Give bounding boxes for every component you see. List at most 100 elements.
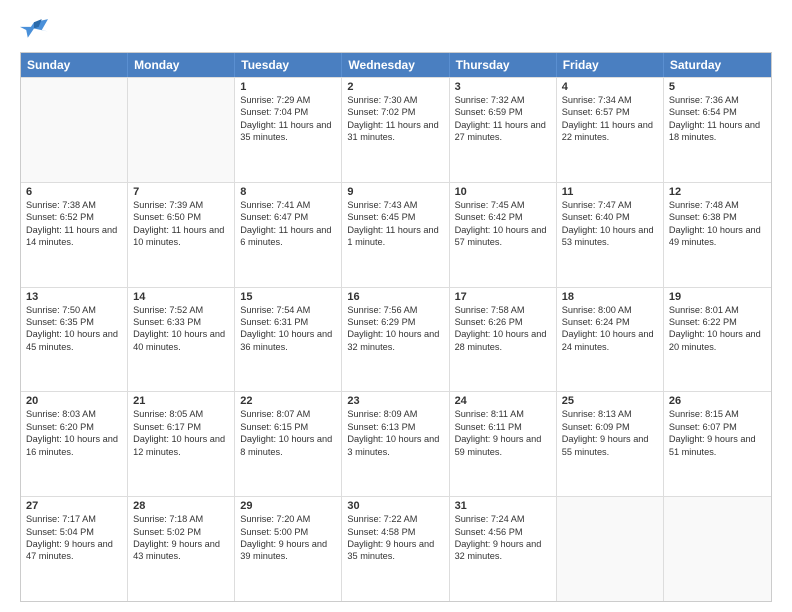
calendar-cell: 6Sunrise: 7:38 AM Sunset: 6:52 PM Daylig… — [21, 183, 128, 287]
day-info: Sunrise: 8:01 AM Sunset: 6:22 PM Dayligh… — [669, 304, 766, 354]
calendar-cell: 24Sunrise: 8:11 AM Sunset: 6:11 PM Dayli… — [450, 392, 557, 496]
day-number: 12 — [669, 186, 766, 198]
calendar-cell: 31Sunrise: 7:24 AM Sunset: 4:56 PM Dayli… — [450, 497, 557, 601]
day-number: 6 — [26, 186, 122, 198]
calendar-cell: 2Sunrise: 7:30 AM Sunset: 7:02 PM Daylig… — [342, 78, 449, 182]
calendar-cell: 16Sunrise: 7:56 AM Sunset: 6:29 PM Dayli… — [342, 288, 449, 392]
day-number: 9 — [347, 186, 443, 198]
logo — [20, 16, 52, 44]
day-number: 14 — [133, 291, 229, 303]
day-info: Sunrise: 7:17 AM Sunset: 5:04 PM Dayligh… — [26, 513, 122, 563]
day-number: 23 — [347, 395, 443, 407]
day-number: 11 — [562, 186, 658, 198]
calendar-cell: 14Sunrise: 7:52 AM Sunset: 6:33 PM Dayli… — [128, 288, 235, 392]
day-number: 15 — [240, 291, 336, 303]
calendar-cell: 23Sunrise: 8:09 AM Sunset: 6:13 PM Dayli… — [342, 392, 449, 496]
calendar-cell: 28Sunrise: 7:18 AM Sunset: 5:02 PM Dayli… — [128, 497, 235, 601]
day-info: Sunrise: 8:15 AM Sunset: 6:07 PM Dayligh… — [669, 408, 766, 458]
day-info: Sunrise: 8:07 AM Sunset: 6:15 PM Dayligh… — [240, 408, 336, 458]
calendar-cell — [664, 497, 771, 601]
header-day-monday: Monday — [128, 53, 235, 77]
day-number: 22 — [240, 395, 336, 407]
page: SundayMondayTuesdayWednesdayThursdayFrid… — [0, 0, 792, 612]
day-number: 21 — [133, 395, 229, 407]
calendar-cell: 9Sunrise: 7:43 AM Sunset: 6:45 PM Daylig… — [342, 183, 449, 287]
day-info: Sunrise: 7:52 AM Sunset: 6:33 PM Dayligh… — [133, 304, 229, 354]
calendar-cell: 18Sunrise: 8:00 AM Sunset: 6:24 PM Dayli… — [557, 288, 664, 392]
day-number: 31 — [455, 500, 551, 512]
calendar: SundayMondayTuesdayWednesdayThursdayFrid… — [20, 52, 772, 602]
day-number: 18 — [562, 291, 658, 303]
calendar-row-1: 1Sunrise: 7:29 AM Sunset: 7:04 PM Daylig… — [21, 77, 771, 182]
day-info: Sunrise: 7:18 AM Sunset: 5:02 PM Dayligh… — [133, 513, 229, 563]
day-number: 27 — [26, 500, 122, 512]
calendar-cell: 5Sunrise: 7:36 AM Sunset: 6:54 PM Daylig… — [664, 78, 771, 182]
day-number: 8 — [240, 186, 336, 198]
header-day-thursday: Thursday — [450, 53, 557, 77]
calendar-cell: 1Sunrise: 7:29 AM Sunset: 7:04 PM Daylig… — [235, 78, 342, 182]
calendar-cell: 21Sunrise: 8:05 AM Sunset: 6:17 PM Dayli… — [128, 392, 235, 496]
day-number: 2 — [347, 81, 443, 93]
header-day-wednesday: Wednesday — [342, 53, 449, 77]
calendar-cell: 8Sunrise: 7:41 AM Sunset: 6:47 PM Daylig… — [235, 183, 342, 287]
day-number: 13 — [26, 291, 122, 303]
day-info: Sunrise: 7:30 AM Sunset: 7:02 PM Dayligh… — [347, 94, 443, 144]
header-day-friday: Friday — [557, 53, 664, 77]
day-info: Sunrise: 7:24 AM Sunset: 4:56 PM Dayligh… — [455, 513, 551, 563]
day-info: Sunrise: 7:36 AM Sunset: 6:54 PM Dayligh… — [669, 94, 766, 144]
day-number: 7 — [133, 186, 229, 198]
day-info: Sunrise: 7:38 AM Sunset: 6:52 PM Dayligh… — [26, 199, 122, 249]
day-info: Sunrise: 7:43 AM Sunset: 6:45 PM Dayligh… — [347, 199, 443, 249]
header — [20, 16, 772, 44]
day-info: Sunrise: 7:20 AM Sunset: 5:00 PM Dayligh… — [240, 513, 336, 563]
day-number: 29 — [240, 500, 336, 512]
day-info: Sunrise: 7:47 AM Sunset: 6:40 PM Dayligh… — [562, 199, 658, 249]
calendar-cell: 29Sunrise: 7:20 AM Sunset: 5:00 PM Dayli… — [235, 497, 342, 601]
day-info: Sunrise: 7:54 AM Sunset: 6:31 PM Dayligh… — [240, 304, 336, 354]
day-number: 16 — [347, 291, 443, 303]
calendar-row-4: 20Sunrise: 8:03 AM Sunset: 6:20 PM Dayli… — [21, 391, 771, 496]
day-info: Sunrise: 8:09 AM Sunset: 6:13 PM Dayligh… — [347, 408, 443, 458]
day-info: Sunrise: 7:29 AM Sunset: 7:04 PM Dayligh… — [240, 94, 336, 144]
day-info: Sunrise: 7:41 AM Sunset: 6:47 PM Dayligh… — [240, 199, 336, 249]
calendar-body: 1Sunrise: 7:29 AM Sunset: 7:04 PM Daylig… — [21, 77, 771, 601]
header-day-sunday: Sunday — [21, 53, 128, 77]
calendar-cell: 19Sunrise: 8:01 AM Sunset: 6:22 PM Dayli… — [664, 288, 771, 392]
calendar-cell: 17Sunrise: 7:58 AM Sunset: 6:26 PM Dayli… — [450, 288, 557, 392]
day-number: 4 — [562, 81, 658, 93]
calendar-row-5: 27Sunrise: 7:17 AM Sunset: 5:04 PM Dayli… — [21, 496, 771, 601]
day-info: Sunrise: 8:03 AM Sunset: 6:20 PM Dayligh… — [26, 408, 122, 458]
calendar-cell: 4Sunrise: 7:34 AM Sunset: 6:57 PM Daylig… — [557, 78, 664, 182]
calendar-cell: 12Sunrise: 7:48 AM Sunset: 6:38 PM Dayli… — [664, 183, 771, 287]
day-info: Sunrise: 8:00 AM Sunset: 6:24 PM Dayligh… — [562, 304, 658, 354]
calendar-row-3: 13Sunrise: 7:50 AM Sunset: 6:35 PM Dayli… — [21, 287, 771, 392]
calendar-cell: 3Sunrise: 7:32 AM Sunset: 6:59 PM Daylig… — [450, 78, 557, 182]
day-number: 10 — [455, 186, 551, 198]
calendar-cell: 10Sunrise: 7:45 AM Sunset: 6:42 PM Dayli… — [450, 183, 557, 287]
calendar-cell: 30Sunrise: 7:22 AM Sunset: 4:58 PM Dayli… — [342, 497, 449, 601]
day-info: Sunrise: 7:32 AM Sunset: 6:59 PM Dayligh… — [455, 94, 551, 144]
day-number: 24 — [455, 395, 551, 407]
calendar-cell: 22Sunrise: 8:07 AM Sunset: 6:15 PM Dayli… — [235, 392, 342, 496]
calendar-header: SundayMondayTuesdayWednesdayThursdayFrid… — [21, 53, 771, 77]
day-number: 3 — [455, 81, 551, 93]
day-info: Sunrise: 7:22 AM Sunset: 4:58 PM Dayligh… — [347, 513, 443, 563]
day-number: 19 — [669, 291, 766, 303]
calendar-cell: 11Sunrise: 7:47 AM Sunset: 6:40 PM Dayli… — [557, 183, 664, 287]
day-info: Sunrise: 7:39 AM Sunset: 6:50 PM Dayligh… — [133, 199, 229, 249]
day-info: Sunrise: 8:13 AM Sunset: 6:09 PM Dayligh… — [562, 408, 658, 458]
calendar-cell: 20Sunrise: 8:03 AM Sunset: 6:20 PM Dayli… — [21, 392, 128, 496]
day-info: Sunrise: 7:56 AM Sunset: 6:29 PM Dayligh… — [347, 304, 443, 354]
day-number: 17 — [455, 291, 551, 303]
calendar-cell — [557, 497, 664, 601]
calendar-cell: 25Sunrise: 8:13 AM Sunset: 6:09 PM Dayli… — [557, 392, 664, 496]
day-number: 30 — [347, 500, 443, 512]
calendar-cell: 7Sunrise: 7:39 AM Sunset: 6:50 PM Daylig… — [128, 183, 235, 287]
day-number: 20 — [26, 395, 122, 407]
day-info: Sunrise: 7:45 AM Sunset: 6:42 PM Dayligh… — [455, 199, 551, 249]
day-info: Sunrise: 7:58 AM Sunset: 6:26 PM Dayligh… — [455, 304, 551, 354]
day-number: 5 — [669, 81, 766, 93]
calendar-row-2: 6Sunrise: 7:38 AM Sunset: 6:52 PM Daylig… — [21, 182, 771, 287]
day-number: 25 — [562, 395, 658, 407]
day-number: 28 — [133, 500, 229, 512]
